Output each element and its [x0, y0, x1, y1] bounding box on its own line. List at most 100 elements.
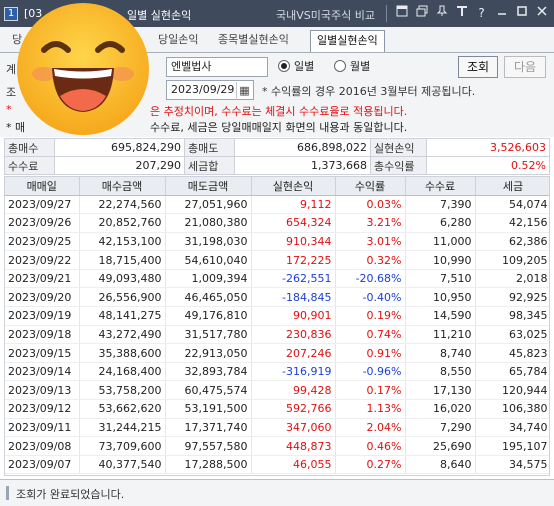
- tab-daily-pnl[interactable]: 당일손익: [152, 30, 204, 52]
- cell-return: 0.19%: [335, 306, 406, 326]
- tab-daily-realized[interactable]: 일별실현손익: [310, 30, 385, 52]
- cell-date: 2023/09/22: [5, 250, 80, 270]
- cell-fee: 25,690: [405, 436, 476, 456]
- cell-fee: 16,020: [405, 399, 476, 419]
- col-date-header[interactable]: 매매일: [5, 177, 80, 196]
- cell-fee: 7,290: [405, 418, 476, 438]
- realized-pnl-value: 3,526,603: [426, 138, 550, 157]
- cell-sell-amount: 31,517,780: [165, 325, 252, 345]
- cell-tax: 98,345: [475, 306, 549, 326]
- cell-date: 2023/09/11: [5, 418, 80, 438]
- tab-stock-realized[interactable]: 종목별실현손익: [212, 30, 295, 52]
- cell-return: -20.68%: [335, 269, 406, 289]
- date-value: 2023/09/29: [171, 83, 235, 96]
- table-row[interactable]: 2023/09/21 49,093,480 1,009,394 -262,551 -20…: [5, 269, 549, 289]
- col-pnl-header[interactable]: 실현손익: [251, 177, 336, 196]
- col-sell-header[interactable]: 매도금액: [165, 177, 252, 196]
- table-header-row: 매매일 매수금액 매도금액 실현손익 수익률 수수료 세금: [5, 177, 549, 196]
- cell-tax: 109,205: [475, 250, 549, 270]
- calendar-icon[interactable]: ▦: [236, 82, 252, 100]
- cell-fee: 14,590: [405, 306, 476, 326]
- account-name-field[interactable]: 엔벨법사: [166, 57, 268, 77]
- window-icon[interactable]: [393, 5, 410, 22]
- daily-realized-table[interactable]: 매매일 매수금액 매도금액 실현손익 수익률 수수료 세금 2023/09/27…: [4, 176, 550, 476]
- restore-icon[interactable]: [413, 5, 430, 22]
- cell-sell-amount: 54,610,040: [165, 250, 252, 270]
- summary-row: 수수료 207,290 세금합 1,373,668 총수익률 0.52%: [4, 156, 550, 175]
- cell-buy-amount: 53,662,620: [79, 399, 166, 419]
- red-note-marker: *: [6, 103, 12, 116]
- table-row[interactable]: 2023/09/27 22,274,560 27,051,960 9,112 0.03%…: [5, 195, 549, 215]
- cell-realized-pnl: 347,060: [251, 418, 336, 438]
- cell-buy-amount: 31,244,215: [79, 418, 166, 438]
- smiling-face-emoji-icon: [17, 3, 149, 135]
- cell-buy-amount: 18,715,400: [79, 250, 166, 270]
- table-body: 2023/09/27 22,274,560 27,051,960 9,112 0.03%…: [5, 195, 549, 475]
- table-row[interactable]: 2023/09/08 73,709,600 97,557,580 448,873 0.4…: [5, 436, 549, 456]
- query-button[interactable]: 조회: [458, 56, 498, 78]
- table-row[interactable]: 2023/09/14 24,168,400 32,893,784 -316,919 -0…: [5, 362, 549, 382]
- table-row[interactable]: 2023/09/11 31,244,215 17,371,740 347,060 2.0…: [5, 418, 549, 438]
- cell-realized-pnl: 654,324: [251, 213, 336, 233]
- cell-realized-pnl: -184,845: [251, 287, 336, 308]
- cell-return: 0.03%: [335, 195, 406, 215]
- cell-return: -0.96%: [335, 362, 406, 382]
- red-note: 은 추정치이며, 수수료는 체결시 수수료율로 적용됩니다.: [150, 105, 408, 118]
- table-row[interactable]: 2023/09/15 35,388,600 22,913,050 207,246 0.9…: [5, 343, 549, 363]
- col-return-header[interactable]: 수익률: [335, 177, 406, 196]
- cell-sell-amount: 46,465,050: [165, 287, 252, 308]
- cell-sell-amount: 31,198,030: [165, 232, 252, 252]
- return-note: * 수익률의 경우 2016년 3월부터 제공됩니다.: [262, 85, 476, 98]
- cell-sell-amount: 32,893,784: [165, 362, 252, 382]
- maximize-icon[interactable]: [513, 5, 530, 22]
- cell-realized-pnl: 910,344: [251, 232, 336, 252]
- cell-buy-amount: 53,758,200: [79, 380, 166, 401]
- tax-label: 세금합: [184, 156, 235, 175]
- cell-return: 0.17%: [335, 380, 406, 401]
- table-row[interactable]: 2023/09/25 42,153,100 31,198,030 910,344 3.0…: [5, 232, 549, 252]
- minimize-icon[interactable]: [493, 5, 510, 22]
- close-icon[interactable]: [533, 5, 550, 22]
- cell-tax: 34,575: [475, 455, 549, 475]
- cell-sell-amount: 22,913,050: [165, 343, 252, 363]
- table-row[interactable]: 2023/09/18 43,272,490 31,517,780 230,836 0.7…: [5, 325, 549, 345]
- cell-date: 2023/09/08: [5, 436, 80, 456]
- pin-icon[interactable]: [433, 5, 450, 22]
- cell-tax: 63,025: [475, 325, 549, 345]
- table-row[interactable]: 2023/09/22 18,715,400 54,610,040 172,225 0.3…: [5, 250, 549, 270]
- font-icon[interactable]: [453, 5, 470, 22]
- summary-grid: 총매수 695,824,290 총매도 686,898,022 실현손익 3,5…: [4, 138, 550, 175]
- help-icon[interactable]: ?: [473, 5, 490, 22]
- cell-buy-amount: 24,168,400: [79, 362, 166, 382]
- cell-fee: 7,390: [405, 195, 476, 215]
- total-return-value: 0.52%: [426, 156, 550, 175]
- col-fee-header[interactable]: 수수료: [405, 177, 476, 196]
- cell-buy-amount: 43,272,490: [79, 325, 166, 345]
- table-row[interactable]: 2023/09/26 20,852,760 21,080,380 654,324 3.2…: [5, 213, 549, 233]
- table-row[interactable]: 2023/09/19 48,141,275 49,176,810 90,901 0.19…: [5, 306, 549, 326]
- cell-sell-amount: 60,475,574: [165, 380, 252, 401]
- radio-monthly[interactable]: 월별: [334, 58, 370, 74]
- cell-date: 2023/09/18: [5, 325, 80, 345]
- cell-realized-pnl: 592,766: [251, 399, 336, 419]
- cell-buy-amount: 20,852,760: [79, 213, 166, 233]
- cell-tax: 120,944: [475, 380, 549, 401]
- table-row[interactable]: 2023/09/20 26,556,900 46,465,050 -184,845 -0…: [5, 287, 549, 308]
- cell-tax: 92,925: [475, 287, 549, 308]
- table-row[interactable]: 2023/09/13 53,758,200 60,475,574 99,428 0.17…: [5, 380, 549, 401]
- col-buy-header[interactable]: 매수금액: [79, 177, 166, 196]
- separator: [386, 5, 388, 22]
- total-sell-label: 총매도: [184, 138, 235, 157]
- cell-sell-amount: 21,080,380: [165, 213, 252, 233]
- cell-realized-pnl: 172,225: [251, 250, 336, 270]
- cell-realized-pnl: 207,246: [251, 343, 336, 363]
- table-row[interactable]: 2023/09/07 40,377,540 17,288,500 46,055 0.27…: [5, 455, 549, 475]
- total-buy-label: 총매수: [4, 138, 55, 157]
- compare-link[interactable]: 국내VS미국주식 비교: [276, 7, 375, 23]
- date-field[interactable]: 2023/09/29 ▦: [166, 80, 254, 100]
- col-tax-header[interactable]: 세금: [475, 177, 549, 196]
- radio-daily[interactable]: 일별: [278, 58, 314, 74]
- table-row[interactable]: 2023/09/12 53,662,620 53,191,500 592,766 1.1…: [5, 399, 549, 419]
- radio-selected-icon: [278, 60, 290, 72]
- next-button[interactable]: 다음: [504, 56, 546, 78]
